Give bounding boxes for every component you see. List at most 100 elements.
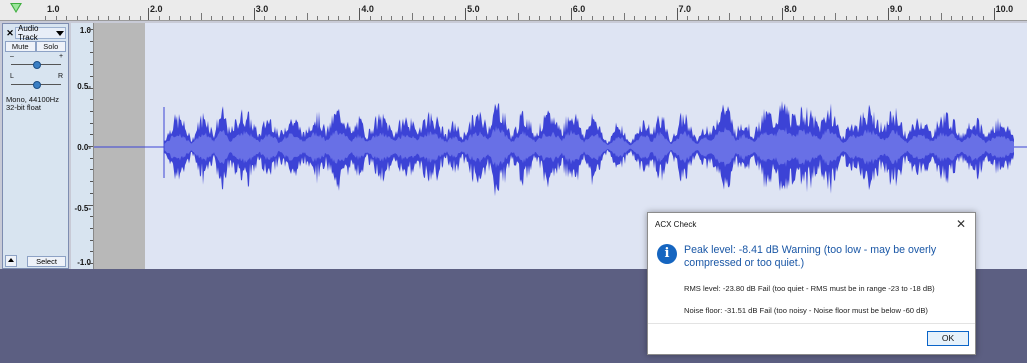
mute-button[interactable]: Mute bbox=[5, 41, 36, 52]
gain-slider[interactable] bbox=[11, 61, 61, 69]
ruler-minor-tick bbox=[327, 16, 329, 20]
ruler-minor-tick bbox=[190, 16, 192, 20]
ruler-minor-tick bbox=[856, 16, 858, 20]
ruler-minor-tick bbox=[581, 16, 583, 20]
scale-tick bbox=[90, 134, 93, 136]
ruler-minor-tick bbox=[591, 16, 593, 20]
ruler-minor-tick bbox=[528, 16, 530, 20]
ruler-label: 2.0 bbox=[150, 4, 163, 14]
play-head-icon[interactable] bbox=[10, 3, 22, 13]
track-name-menu[interactable]: Audio Track bbox=[15, 24, 66, 42]
close-icon[interactable]: ✕ bbox=[956, 217, 966, 231]
ruler-minor-tick bbox=[983, 16, 985, 20]
ruler-minor-tick bbox=[718, 16, 720, 20]
rms-level-line: RMS level: -23.80 dB Fail (too quiet - R… bbox=[684, 284, 935, 293]
ruler-minor-tick bbox=[972, 16, 974, 20]
scale-tick bbox=[90, 52, 93, 54]
select-button[interactable]: Select bbox=[27, 255, 66, 267]
ruler-major-tick bbox=[570, 8, 572, 20]
ruler-label: 8.0 bbox=[784, 4, 797, 14]
ruler-minor-tick bbox=[919, 16, 921, 20]
ruler-ticks: 2.0 3.0 4.0 5.0 6.0 7.0 8.0 9.0 10.0 bbox=[145, 0, 1027, 20]
ruler-minor-tick bbox=[221, 16, 223, 20]
scale-tick bbox=[87, 263, 93, 264]
ruler-minor-tick bbox=[391, 16, 393, 20]
ruler-label: 7.0 bbox=[678, 4, 692, 14]
amplitude-scale[interactable]: 1.0 0.5- 0.0- -0.5- -1.0 bbox=[71, 23, 94, 269]
ruler-minor-tick bbox=[761, 16, 763, 20]
ruler-minor-tick bbox=[634, 16, 636, 20]
ruler-minor-tick bbox=[623, 13, 625, 20]
scale-tick bbox=[87, 204, 93, 206]
ruler-minor-tick bbox=[401, 16, 403, 20]
ruler-minor-tick bbox=[179, 16, 181, 20]
ruler-minor-tick bbox=[845, 16, 847, 20]
scale-tick bbox=[87, 29, 93, 30]
ruler-minor-tick bbox=[835, 13, 837, 20]
ruler-major-tick bbox=[887, 8, 889, 20]
ruler-minor-tick bbox=[200, 13, 202, 20]
scale-tick bbox=[90, 216, 93, 218]
scale-tick bbox=[90, 64, 93, 66]
ruler-minor-tick bbox=[507, 16, 509, 20]
ruler-minor-tick bbox=[317, 16, 319, 20]
ruler-minor-tick bbox=[211, 16, 213, 20]
acx-check-dialog: ACX Check ✕ i Peak level: -8.41 dB Warni… bbox=[647, 212, 976, 355]
ok-button[interactable]: OK bbox=[927, 331, 969, 346]
ruler-minor-tick bbox=[66, 16, 67, 20]
ruler-label: 5.0 bbox=[467, 4, 480, 14]
solo-button[interactable]: Solo bbox=[35, 41, 66, 52]
ruler-label: 4.0 bbox=[361, 4, 374, 14]
ruler-minor-tick bbox=[139, 16, 141, 20]
scale-tick bbox=[87, 146, 93, 147]
ruler-minor-tick bbox=[87, 16, 88, 20]
ruler-minor-tick bbox=[792, 16, 794, 20]
dialog-footer: OK bbox=[648, 323, 975, 354]
ruler-minor-tick bbox=[433, 16, 435, 20]
noise-floor-line: Noise floor: -31.51 dB Fail (too noisy -… bbox=[684, 306, 928, 315]
gain-minus-label: – bbox=[10, 53, 14, 60]
ruler-minor-tick bbox=[866, 16, 868, 20]
ruler-major-tick bbox=[253, 8, 255, 20]
ruler-minor-tick bbox=[169, 16, 171, 20]
ruler-minor-tick bbox=[76, 16, 78, 20]
ruler-label: 6.0 bbox=[572, 4, 586, 14]
pan-slider-knob[interactable] bbox=[33, 81, 41, 89]
ruler-minor-tick bbox=[97, 16, 99, 20]
ruler-minor-tick bbox=[613, 16, 615, 20]
ruler-minor-tick bbox=[951, 16, 953, 20]
track-bit-depth: 32-bit float bbox=[6, 103, 42, 112]
ruler-minor-tick bbox=[55, 16, 57, 20]
gain-slider-knob[interactable] bbox=[33, 61, 41, 69]
track-format-info: Mono, 44100Hz 32-bit float bbox=[6, 96, 59, 112]
ruler-minor-tick bbox=[803, 16, 805, 20]
timeline-ruler[interactable]: 1.0 2.0 3.0 4.0 5.0 6.0 7.0 8.0 9.0 10.0 bbox=[0, 0, 1027, 21]
ruler-minor-tick bbox=[369, 16, 371, 20]
track-close-icon[interactable]: ✕ bbox=[5, 28, 15, 38]
scale-tick bbox=[90, 251, 93, 253]
ruler-major-tick bbox=[359, 8, 361, 20]
ruler-minor-tick bbox=[274, 16, 276, 20]
pan-slider[interactable] bbox=[11, 81, 61, 89]
ruler-minor-tick bbox=[475, 16, 477, 20]
ruler-label: 10.0 bbox=[995, 4, 1014, 14]
ruler-minor-tick bbox=[118, 16, 120, 20]
ruler-minor-tick bbox=[422, 16, 424, 20]
pan-left-label: L bbox=[10, 73, 14, 80]
scale-label-half: 0.5- bbox=[77, 82, 91, 91]
peak-level-message: Peak level: -8.41 dB Warning (too low - … bbox=[684, 244, 937, 269]
ruler-minor-tick bbox=[750, 16, 752, 20]
dialog-title: ACX Check bbox=[655, 220, 697, 229]
ruler-major-tick bbox=[782, 8, 784, 20]
scale-tick bbox=[90, 40, 93, 42]
collapse-track-icon[interactable] bbox=[5, 255, 17, 267]
ruler-minor-tick bbox=[813, 16, 815, 20]
info-icon: i bbox=[657, 244, 677, 264]
ruler-minor-tick bbox=[877, 16, 879, 20]
ruler-minor-tick bbox=[560, 16, 562, 20]
scale-tick bbox=[90, 122, 93, 124]
dropdown-arrow-icon bbox=[56, 30, 64, 36]
track-control-panel: ✕ Audio Track Mute Solo – + L R Mono, 44… bbox=[2, 23, 69, 269]
scale-label-zero: 0.0- bbox=[77, 143, 91, 152]
ruler-minor-tick bbox=[285, 16, 287, 20]
